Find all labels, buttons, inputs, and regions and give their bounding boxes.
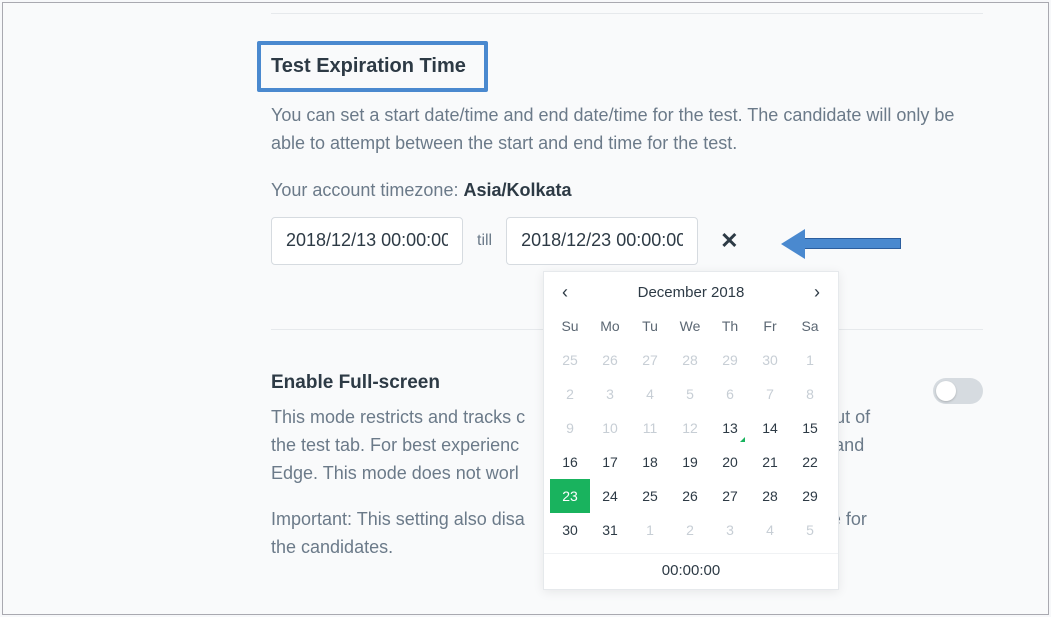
section-description: You can set a start date/time and end da… xyxy=(271,102,971,158)
calendar-day[interactable]: 28 xyxy=(750,479,790,513)
calendar-day: 2 xyxy=(550,377,590,411)
timezone-value: Asia/Kolkata xyxy=(463,180,571,200)
calendar-day: 4 xyxy=(750,513,790,547)
calendar-day[interactable]: 16 xyxy=(550,445,590,479)
section-title: Test Expiration Time xyxy=(271,55,466,77)
calendar-day[interactable]: 20 xyxy=(710,445,750,479)
calendar-day[interactable]: 25 xyxy=(630,479,670,513)
calendar-day: 4 xyxy=(630,377,670,411)
calendar-dow: We xyxy=(670,309,710,343)
calendar-day[interactable]: 27 xyxy=(710,479,750,513)
toggle-knob xyxy=(936,381,956,401)
calendar-time-input[interactable]: 00:00:00 xyxy=(544,553,838,589)
calendar-day: 10 xyxy=(590,411,630,445)
calendar-day[interactable]: 15 xyxy=(790,411,830,445)
calendar-day: 3 xyxy=(710,513,750,547)
calendar-day[interactable]: 14 xyxy=(750,411,790,445)
calendar-prev-button[interactable]: ‹ xyxy=(554,280,576,305)
calendar-day: 1 xyxy=(630,513,670,547)
calendar-day[interactable]: 31 xyxy=(590,513,630,547)
calendar-day: 3 xyxy=(590,377,630,411)
calendar-day[interactable]: 19 xyxy=(670,445,710,479)
calendar-day: 6 xyxy=(710,377,750,411)
divider xyxy=(271,13,983,14)
calendar-day[interactable]: 24 xyxy=(590,479,630,513)
calendar-day: 5 xyxy=(670,377,710,411)
calendar-day: 25 xyxy=(550,343,590,377)
calendar-day: 26 xyxy=(590,343,630,377)
calendar-day[interactable]: 22 xyxy=(790,445,830,479)
timezone-label: Your account timezone: xyxy=(271,180,463,200)
start-date-input[interactable] xyxy=(271,217,463,265)
calendar-day: 28 xyxy=(670,343,710,377)
calendar-day: 29 xyxy=(710,343,750,377)
calendar-dow: Tu xyxy=(630,309,670,343)
close-icon: ✕ xyxy=(720,228,738,253)
calendar-day[interactable]: 26 xyxy=(670,479,710,513)
calendar-day: 1 xyxy=(790,343,830,377)
calendar-day[interactable]: 18 xyxy=(630,445,670,479)
calendar-next-button[interactable]: › xyxy=(806,280,828,305)
end-date-input[interactable] xyxy=(506,217,698,265)
calendar-dow: Sa xyxy=(790,309,830,343)
calendar-day: 9 xyxy=(550,411,590,445)
clear-end-date-button[interactable]: ✕ xyxy=(712,224,746,258)
calendar-day[interactable]: 21 xyxy=(750,445,790,479)
calendar-day: 2 xyxy=(670,513,710,547)
calendar-day: 27 xyxy=(630,343,670,377)
date-picker-popover: ‹ December 2018 › SuMoTuWeThFrSa25262728… xyxy=(543,271,839,590)
calendar-dow: Th xyxy=(710,309,750,343)
fullscreen-toggle[interactable] xyxy=(933,378,983,404)
calendar-day[interactable]: 30 xyxy=(550,513,590,547)
calendar-dow: Su xyxy=(550,309,590,343)
calendar-month-label[interactable]: December 2018 xyxy=(638,284,745,301)
calendar-day: 30 xyxy=(750,343,790,377)
calendar-day[interactable]: 17 xyxy=(590,445,630,479)
annotation-arrow xyxy=(781,229,901,259)
timezone-row: Your account timezone: Asia/Kolkata xyxy=(271,180,980,201)
till-label: till xyxy=(477,232,492,250)
calendar-day[interactable]: 13 xyxy=(710,411,750,445)
calendar-day: 7 xyxy=(750,377,790,411)
calendar-day[interactable]: 23 xyxy=(550,479,590,513)
calendar-day[interactable]: 29 xyxy=(790,479,830,513)
calendar-day: 12 xyxy=(670,411,710,445)
calendar-day: 11 xyxy=(630,411,670,445)
calendar-day: 8 xyxy=(790,377,830,411)
calendar-day: 5 xyxy=(790,513,830,547)
section-title-highlight: Test Expiration Time xyxy=(257,41,488,92)
calendar-dow: Fr xyxy=(750,309,790,343)
calendar-dow: Mo xyxy=(590,309,630,343)
